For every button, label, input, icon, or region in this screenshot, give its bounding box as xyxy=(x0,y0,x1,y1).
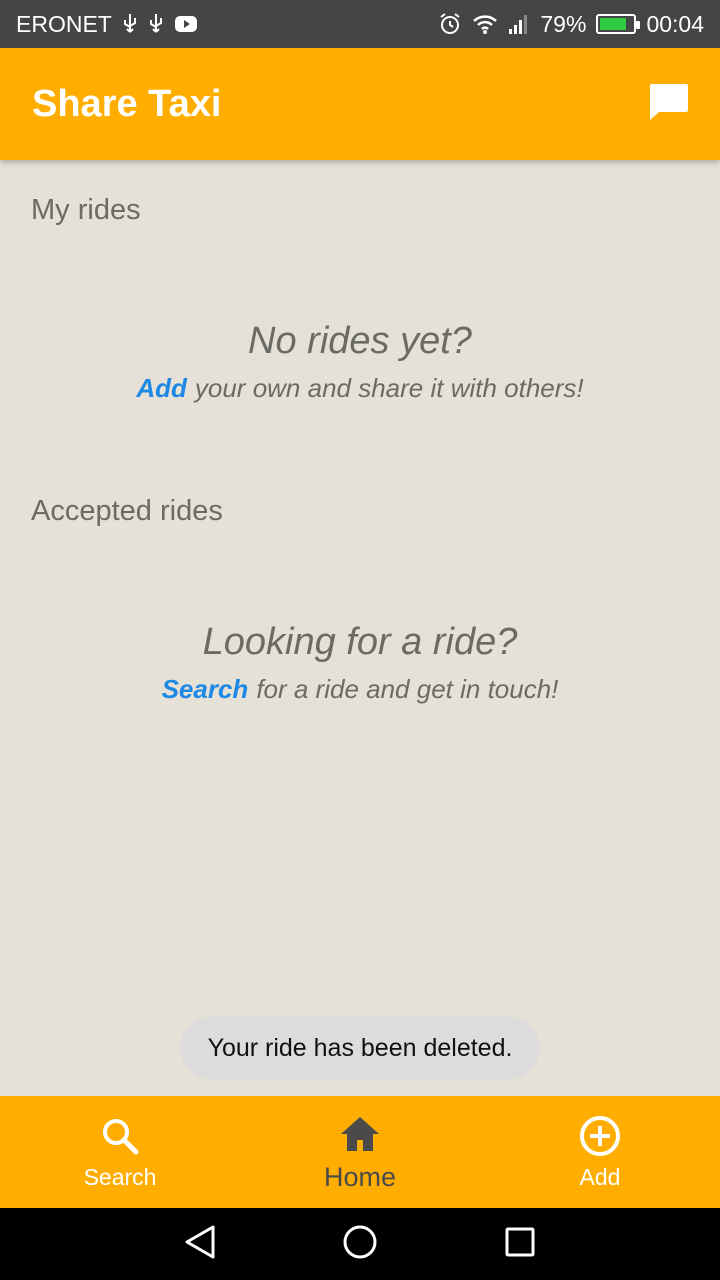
usb-icon xyxy=(148,13,164,35)
nav-item-search[interactable]: Search xyxy=(0,1096,240,1208)
my-rides-title: My rides xyxy=(31,194,141,226)
nav-label-add: Add xyxy=(579,1163,621,1190)
search-ride-link[interactable]: Search xyxy=(162,674,249,704)
accepted-rides-empty-heading: Looking for a ride? xyxy=(202,621,518,663)
app-bar: Share Taxi xyxy=(0,48,720,160)
my-rides-empty-state: No rides yet? Add your own and share it w… xyxy=(0,320,720,404)
accepted-rides-empty-text: for a ride and get in touch! xyxy=(256,674,559,704)
accepted-rides-empty-state: Looking for a ride? Search for a ride and… xyxy=(0,621,720,705)
wifi-icon xyxy=(472,13,498,35)
clock: 00:04 xyxy=(646,10,704,37)
app-title: Share Taxi xyxy=(32,82,222,125)
carrier-name: ERONET xyxy=(16,10,112,37)
accepted-rides-empty-line: Search for a ride and get in touch! xyxy=(0,674,720,705)
home-circle-icon xyxy=(342,1224,378,1265)
status-left: ERONET xyxy=(16,11,198,38)
battery-fill xyxy=(600,18,626,30)
bottom-nav: Search Home Add xyxy=(0,1096,720,1208)
nav-item-add[interactable]: Add xyxy=(480,1096,720,1208)
recents-button[interactable] xyxy=(495,1219,545,1269)
recents-icon xyxy=(504,1226,536,1263)
nav-item-home[interactable]: Home xyxy=(240,1096,480,1208)
my-rides-empty-line: Add your own and share it with others! xyxy=(0,373,720,404)
usb-icon xyxy=(122,13,138,35)
youtube-icon xyxy=(174,15,198,33)
back-button[interactable] xyxy=(175,1219,225,1269)
my-rides-empty-heading: No rides yet? xyxy=(248,320,472,362)
main-content: My rides No rides yet? Add your own and s… xyxy=(0,160,720,1096)
chat-button[interactable] xyxy=(644,80,692,128)
system-nav-bar xyxy=(0,1208,720,1280)
add-circle-icon xyxy=(578,1114,622,1158)
chat-icon xyxy=(647,82,689,127)
battery-icon xyxy=(596,14,641,34)
toast-message: Your ride has been deleted. xyxy=(180,1017,540,1079)
status-right: 79% 00:04 xyxy=(438,11,704,38)
accepted-rides-title: Accepted rides xyxy=(31,495,223,527)
home-icon xyxy=(338,1112,382,1156)
home-system-button[interactable] xyxy=(335,1219,385,1269)
add-ride-link[interactable]: Add xyxy=(136,373,187,403)
my-rides-empty-text: your own and share it with others! xyxy=(194,373,584,403)
nav-label-search: Search xyxy=(83,1163,157,1190)
signal-icon xyxy=(508,13,530,35)
back-icon xyxy=(183,1224,217,1265)
status-bar: ERONET 79% 00:04 xyxy=(0,0,720,48)
nav-label-home: Home xyxy=(323,1161,397,1192)
alarm-icon xyxy=(438,12,462,36)
search-icon xyxy=(98,1114,142,1158)
battery-percent: 79% xyxy=(540,10,587,37)
